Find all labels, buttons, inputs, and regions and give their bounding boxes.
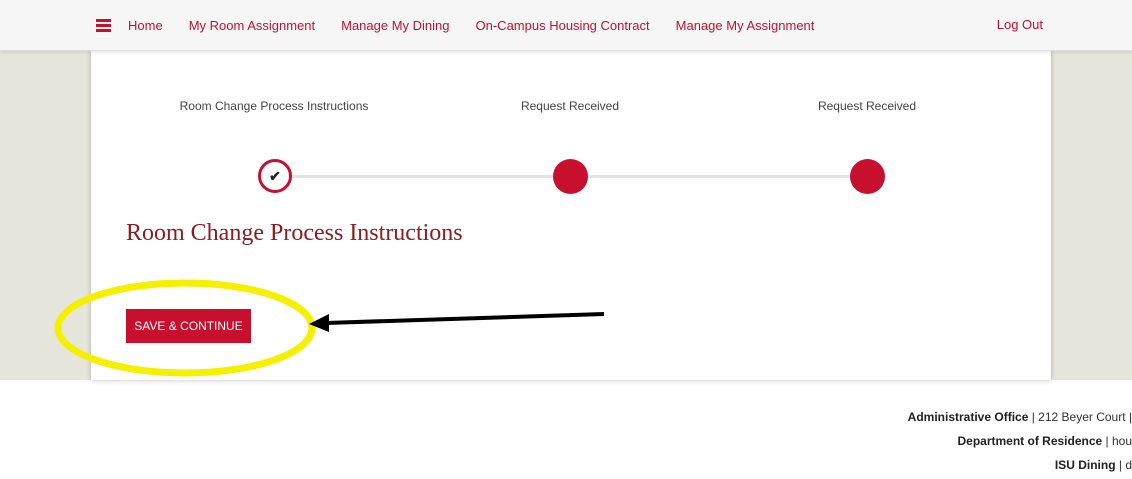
- logout-link[interactable]: Log Out: [997, 0, 1043, 50]
- nav-link-home[interactable]: Home: [128, 18, 163, 33]
- footer-department-of-residence: Department of Residence | hou: [957, 434, 1132, 448]
- step-2-label: Request Received: [520, 99, 620, 113]
- step-1-completed-indicator: ✔: [258, 159, 292, 193]
- nav-links: Home My Room Assignment Manage My Dining…: [96, 0, 840, 50]
- step-1-label: Room Change Process Instructions: [179, 99, 369, 113]
- nav-link-manage-my-dining[interactable]: Manage My Dining: [341, 18, 449, 33]
- footer-department-detail: | hou: [1102, 434, 1132, 448]
- footer-dining-detail: | d: [1115, 458, 1132, 472]
- hamburger-menu-icon[interactable]: [96, 18, 111, 32]
- step-3-indicator: [850, 159, 885, 194]
- footer-administrative-office: Administrative Office | 212 Beyer Court …: [908, 410, 1132, 424]
- footer-dining-name: ISU Dining: [1054, 458, 1116, 472]
- page-title: Room Change Process Instructions: [126, 220, 463, 246]
- top-navigation-bar: Home My Room Assignment Manage My Dining…: [0, 0, 1132, 51]
- step-3-label: Request Received: [817, 99, 917, 113]
- nav-link-manage-my-assignment[interactable]: Manage My Assignment: [676, 18, 815, 33]
- checkmark-icon: ✔: [269, 167, 281, 184]
- footer-department-name: Department of Residence: [957, 434, 1103, 448]
- nav-link-on-campus-housing-contract[interactable]: On-Campus Housing Contract: [476, 18, 650, 33]
- footer-office-name: Administrative Office: [907, 410, 1029, 424]
- step-2-indicator: [553, 159, 588, 194]
- save-and-continue-button[interactable]: SAVE & CONTINUE: [126, 309, 251, 343]
- footer-isu-dining: ISU Dining | d: [1055, 458, 1132, 472]
- nav-link-my-room-assignment[interactable]: My Room Assignment: [189, 18, 315, 33]
- footer-office-detail: | 212 Beyer Court |: [1028, 410, 1132, 424]
